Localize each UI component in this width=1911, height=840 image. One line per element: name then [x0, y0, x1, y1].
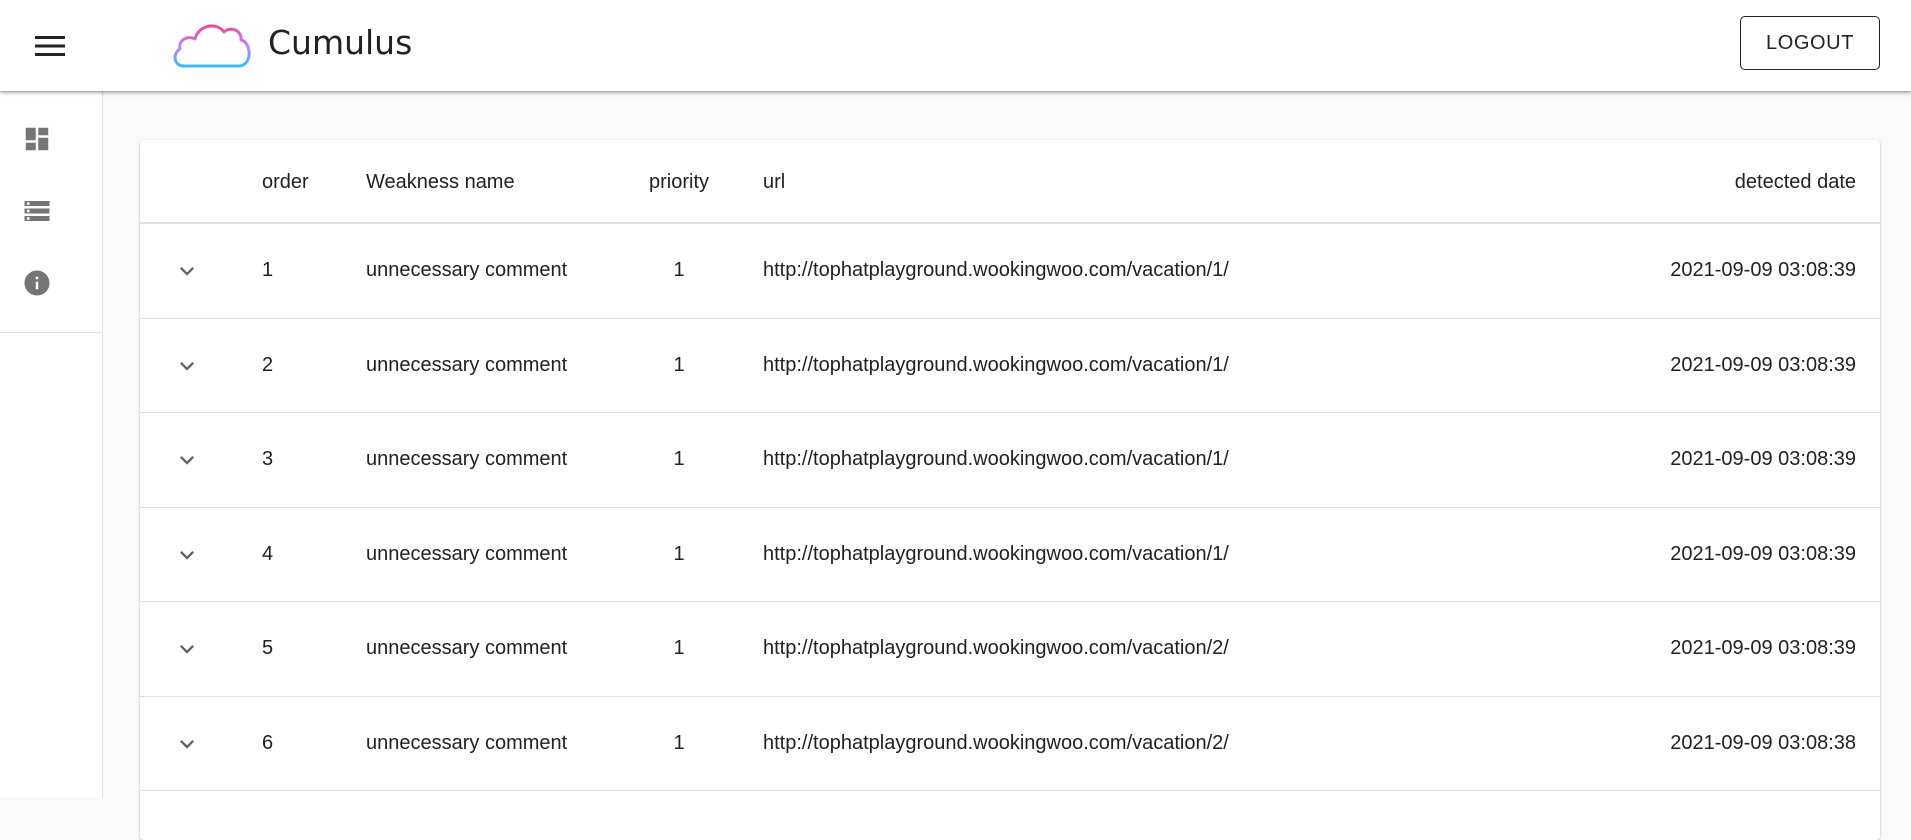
table-row: 6 unnecessary comment 1 http://tophatpla… — [140, 697, 1880, 791]
column-header-url[interactable]: url — [763, 140, 785, 224]
cell-priority: 1 — [673, 353, 685, 376]
sidebar — [0, 91, 103, 797]
cloud-logo-icon — [173, 24, 251, 68]
menu-button[interactable] — [26, 26, 74, 66]
sidebar-item-info[interactable] — [0, 247, 102, 319]
cell-url: http://tophatplayground.wookingwoo.com/v… — [763, 353, 1229, 376]
brand-title: Cumulus — [268, 23, 413, 62]
dashboard-icon — [25, 127, 49, 151]
table-row: 4 unnecessary comment 1 http://tophatpla… — [140, 508, 1880, 602]
chevron-down-icon — [180, 456, 194, 465]
cell-url: http://tophatplayground.wookingwoo.com/v… — [763, 731, 1229, 754]
column-header-weakness-name[interactable]: Weakness name — [366, 140, 515, 224]
chevron-down-icon — [180, 550, 194, 560]
app-bar: Cumulus LOGOUT — [0, 0, 1911, 91]
cell-detected-date: 2021-09-09 03:08:39 — [1670, 637, 1856, 659]
cell-url: http://tophatplayground.wookingwoo.com/v… — [763, 448, 1229, 470]
menu-icon — [35, 36, 65, 56]
expand-row-button[interactable] — [162, 624, 212, 674]
logout-button[interactable]: LOGOUT — [1740, 16, 1880, 70]
cell-order: 1 — [262, 259, 274, 281]
chevron-down-icon — [180, 739, 194, 749]
sidebar-item-storage[interactable] — [0, 175, 102, 247]
cell-priority: 1 — [673, 542, 685, 565]
expand-row-button[interactable] — [162, 719, 212, 769]
table-row: 2 unnecessary comment 1 http://tophatpla… — [140, 319, 1880, 413]
cell-priority: 1 — [673, 448, 685, 470]
cell-detected-date: 2021-09-09 03:08:38 — [1670, 731, 1856, 754]
cell-weakness-name: unnecessary comment — [366, 353, 568, 376]
cell-priority: 1 — [673, 637, 685, 659]
cell-weakness-name: unnecessary comment — [366, 637, 568, 659]
column-header-priority[interactable]: priority — [648, 140, 710, 224]
cell-order: 5 — [262, 637, 274, 659]
cell-url: http://tophatplayground.wookingwoo.com/v… — [763, 542, 1229, 565]
chevron-down-icon — [180, 645, 194, 654]
cell-order: 2 — [262, 353, 274, 376]
cell-weakness-name: unnecessary comment — [366, 259, 568, 281]
table-row: 3 unnecessary comment 1 http://tophatpla… — [140, 413, 1880, 508]
expand-row-button[interactable] — [162, 246, 212, 296]
cell-detected-date: 2021-09-09 03:08:39 — [1670, 448, 1856, 470]
column-header-detected-date[interactable]: detected date — [1735, 140, 1856, 224]
cell-order: 6 — [262, 731, 274, 754]
table-header: order Weakness name priority url detecte… — [140, 140, 1880, 224]
expand-row-button[interactable] — [162, 341, 212, 391]
cell-priority: 1 — [673, 259, 685, 281]
expand-row-button[interactable] — [162, 435, 212, 485]
sidebar-item-dashboard[interactable] — [0, 103, 102, 175]
table-row: 1 unnecessary comment 1 http://tophatpla… — [140, 224, 1880, 319]
storage-icon — [24, 201, 50, 221]
expand-row-button[interactable] — [162, 530, 212, 580]
sidebar-list — [0, 91, 102, 333]
cell-weakness-name: unnecessary comment — [366, 731, 568, 754]
cell-weakness-name: unnecessary comment — [366, 448, 568, 470]
cell-order: 4 — [262, 542, 274, 565]
cell-order: 3 — [262, 448, 274, 470]
weakness-table: order Weakness name priority url detecte… — [140, 140, 1880, 840]
cell-priority: 1 — [673, 731, 685, 754]
chevron-down-icon — [180, 361, 194, 371]
table-row: 5 unnecessary comment 1 http://tophatpla… — [140, 602, 1880, 697]
cell-detected-date: 2021-09-09 03:08:39 — [1670, 542, 1856, 565]
cell-url: http://tophatplayground.wookingwoo.com/v… — [763, 259, 1229, 281]
cell-weakness-name: unnecessary comment — [366, 542, 568, 565]
column-header-order[interactable]: order — [262, 140, 309, 224]
info-icon — [24, 270, 50, 296]
cell-url: http://tophatplayground.wookingwoo.com/v… — [763, 637, 1229, 659]
cell-detected-date: 2021-09-09 03:08:39 — [1670, 259, 1856, 281]
chevron-down-icon — [180, 267, 194, 276]
cell-detected-date: 2021-09-09 03:08:39 — [1670, 353, 1856, 376]
